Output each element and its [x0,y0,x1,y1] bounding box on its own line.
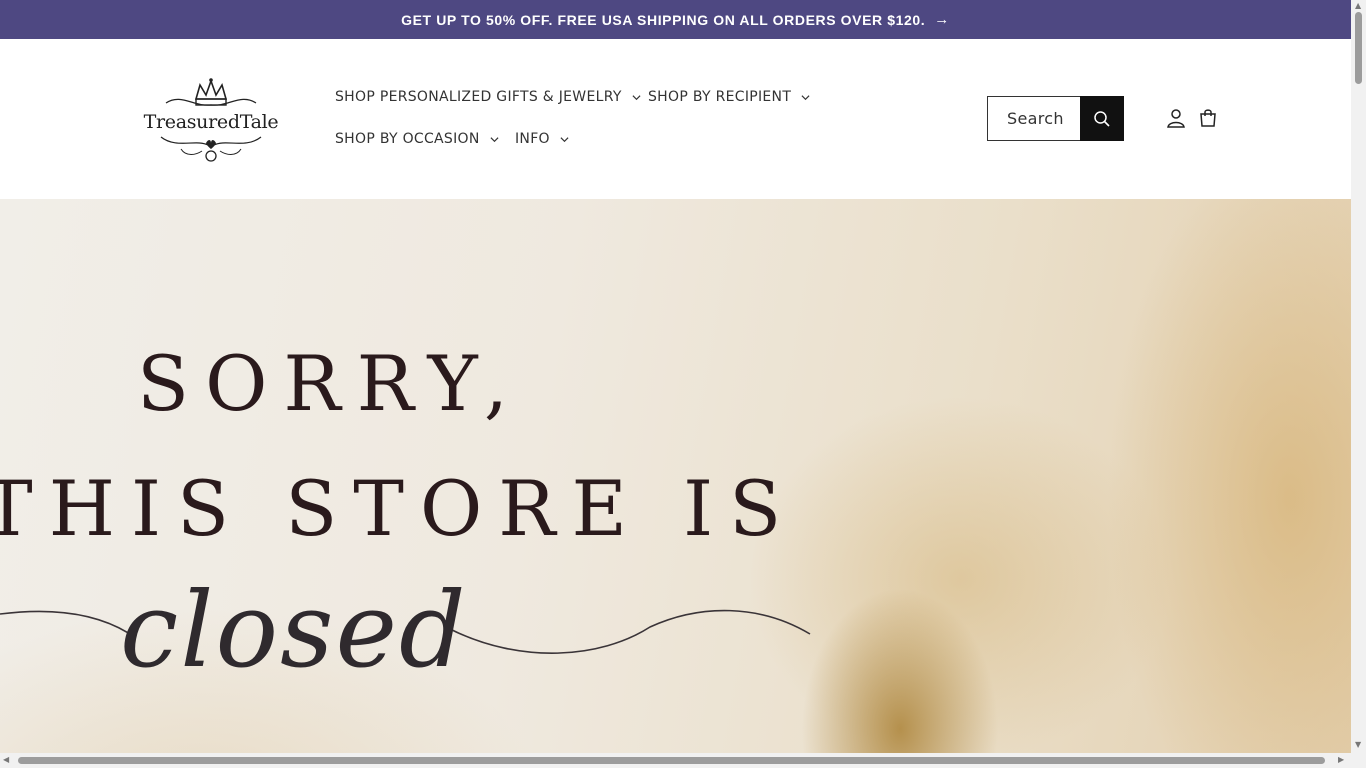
announcement-text[interactable]: GET UP TO 50% OFF. FREE USA SHIPPING ON … [401,12,925,28]
nav-label[interactable]: SHOP BY RECIPIENT [648,89,791,105]
announcement-bar[interactable]: GET UP TO 50% OFF. FREE USA SHIPPING ON … [0,0,1351,39]
hero-heading-line1: SORRY, [137,339,525,428]
vertical-scroll-thumb[interactable] [1355,12,1362,84]
chevron-down-icon [801,94,810,100]
chevron-down-icon [490,136,499,142]
cart-button[interactable] [1196,106,1220,130]
nav-shop-by-recipient[interactable]: SHOP BY RECIPIENT [648,89,810,105]
account-icon [1167,109,1185,128]
nav-info[interactable]: INFO [515,131,569,147]
scroll-up-icon[interactable]: ▲ [1355,1,1361,10]
nav-label[interactable]: INFO [515,131,550,147]
scroll-left-icon[interactable]: ◀ [3,755,9,764]
chevron-down-icon [632,94,641,100]
nav-label[interactable]: SHOP PERSONALIZED GIFTS & JEWELRY [335,89,622,105]
scroll-right-icon[interactable]: ▶ [1338,755,1344,764]
hero-heading-line2: THIS STORE IS [0,464,798,553]
search-input[interactable]: Search [987,96,1124,141]
chevron-down-icon [560,136,569,142]
cart-icon [1200,109,1216,127]
nav-label[interactable]: SHOP BY OCCASION [335,131,480,147]
store-logo[interactable]: TreasuredTale [136,77,286,163]
horizontal-scrollbar[interactable]: ◀ ▶ [0,753,1366,768]
search-button[interactable] [1080,96,1124,141]
logo-wordmark: TreasuredTale [143,111,279,133]
nav-shop-personalized-gifts[interactable]: SHOP PERSONALIZED GIFTS & JEWELRY [335,89,641,105]
nav-shop-by-occasion[interactable]: SHOP BY OCCASION [335,131,499,147]
hero-heading-script: closed [120,569,468,691]
account-button[interactable] [1164,106,1188,130]
scroll-down-icon[interactable]: ▼ [1355,740,1361,749]
arrow-right-icon[interactable]: → [934,11,950,28]
search-icon [1094,110,1110,127]
vertical-scrollbar[interactable]: ▲ ▼ [1351,0,1366,753]
search-placeholder: Search [1007,109,1064,128]
hero-banner: SORRY, THIS STORE IS closed [0,199,1351,753]
horizontal-scroll-thumb[interactable] [18,757,1325,764]
site-header: TreasuredTale SHOP PERSONALIZED GIFTS & … [0,39,1351,199]
